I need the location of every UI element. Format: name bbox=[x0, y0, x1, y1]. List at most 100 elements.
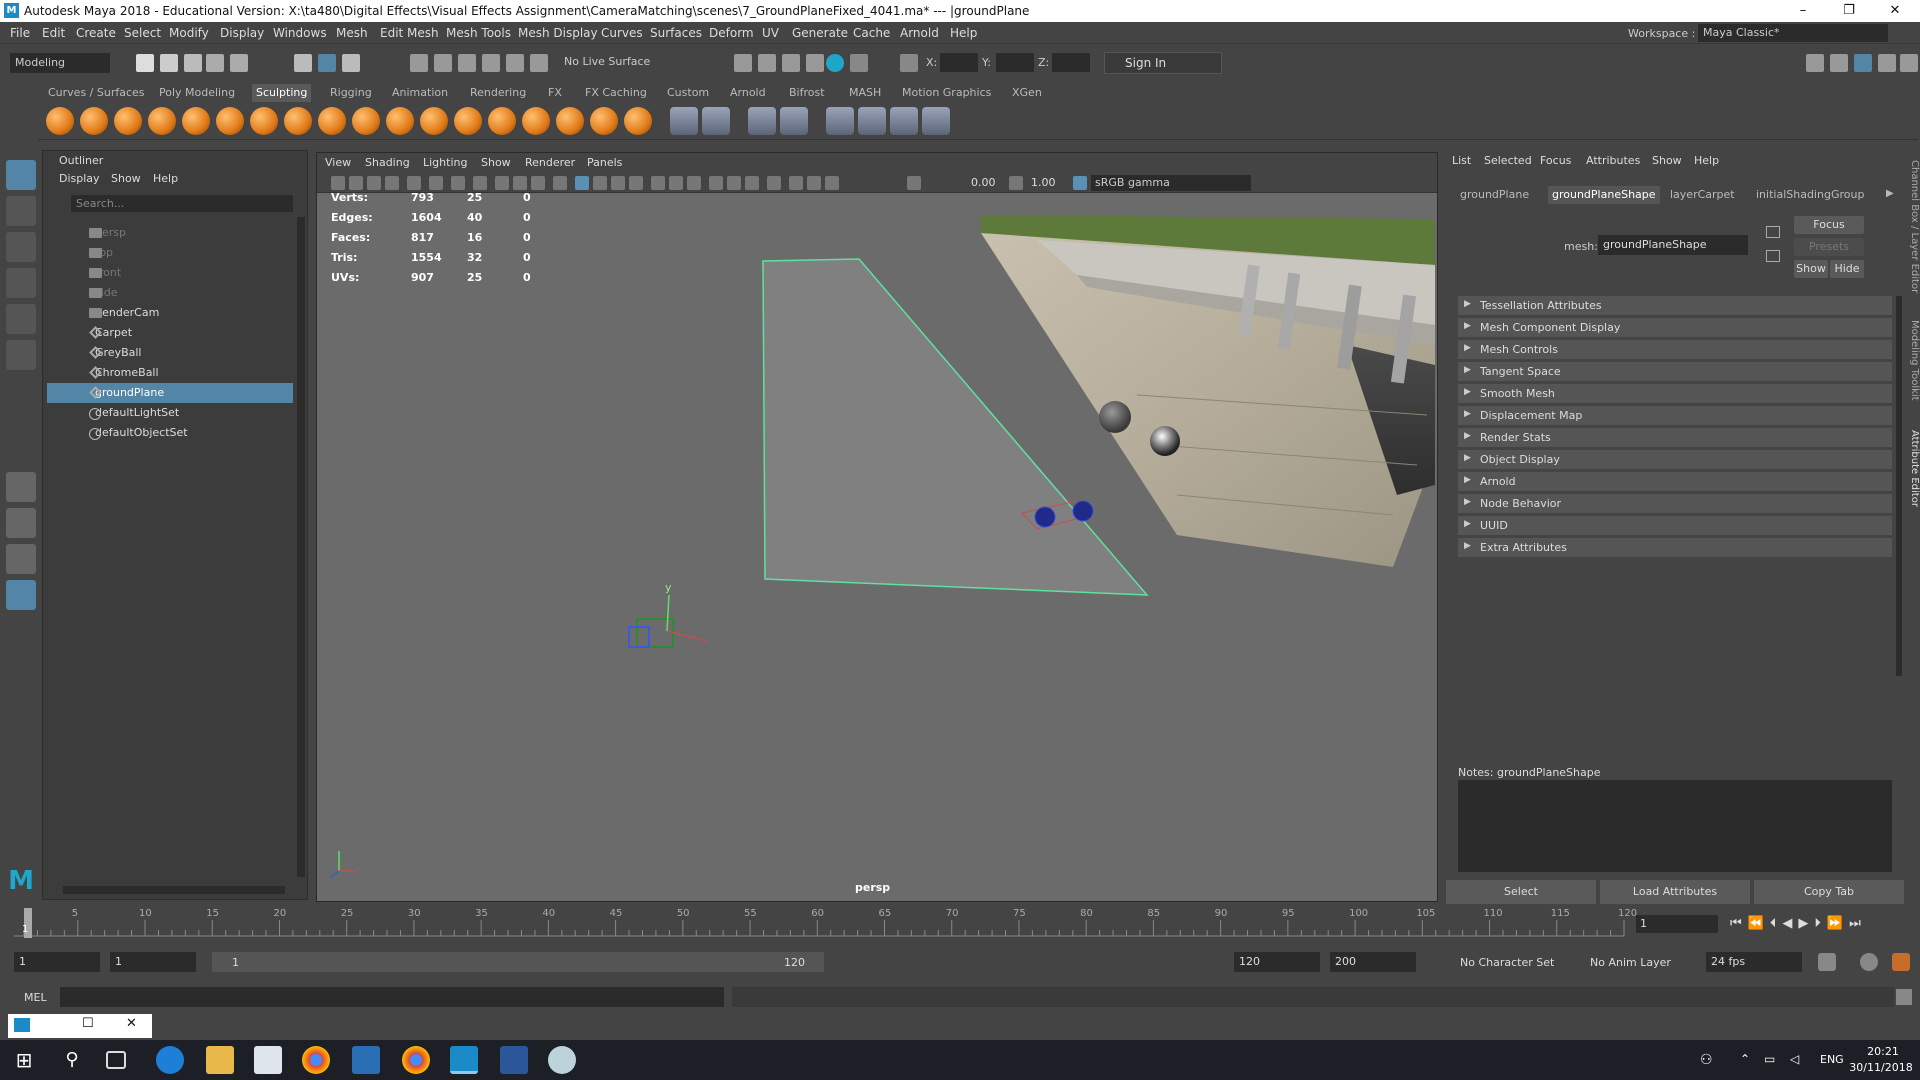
greyball-proxy[interactable] bbox=[1034, 506, 1056, 528]
close-icon[interactable]: ✕ bbox=[1872, 0, 1918, 22]
menu-arnold[interactable]: Arnold bbox=[900, 26, 939, 40]
shelf-tab-animation[interactable]: Animation bbox=[388, 84, 452, 102]
lasso-tool-icon[interactable] bbox=[6, 196, 36, 226]
menu-surfaces[interactable]: Surfaces bbox=[650, 26, 702, 40]
live-surface-label[interactable]: No Live Surface bbox=[564, 55, 650, 68]
attr-tab-groundplane[interactable]: groundPlane bbox=[1456, 186, 1533, 204]
character-set-select[interactable]: No Character Set bbox=[1460, 956, 1554, 969]
presets-button[interactable]: Presets bbox=[1794, 238, 1864, 256]
vp-menu-shading[interactable]: Shading bbox=[365, 156, 410, 169]
flatten-tool-icon[interactable] bbox=[216, 107, 244, 135]
vp-menu-view[interactable]: View bbox=[325, 156, 351, 169]
restore-icon[interactable]: ❐ bbox=[1826, 0, 1872, 22]
xray-icon[interactable] bbox=[611, 176, 625, 190]
go-to-output-icon[interactable] bbox=[1766, 250, 1780, 262]
attr-section[interactable]: Node Behavior bbox=[1458, 494, 1892, 513]
script-editor-icon[interactable] bbox=[1896, 989, 1912, 1005]
select-object-icon[interactable] bbox=[318, 54, 336, 72]
outliner-item[interactable]: GreyBall bbox=[47, 343, 293, 363]
playback-controls[interactable]: ⏮⏪⏴◀▶⏵⏩⏭ bbox=[1730, 916, 1867, 931]
menu-edit-mesh[interactable]: Edit Mesh bbox=[380, 26, 439, 40]
shelf-tab-custom[interactable]: Custom bbox=[663, 84, 713, 102]
convert-freeze-icon[interactable] bbox=[670, 107, 698, 135]
activity-icon[interactable] bbox=[254, 1046, 282, 1074]
volume-icon[interactable]: ◁ bbox=[1790, 1052, 1799, 1066]
grey-ball[interactable] bbox=[1099, 401, 1131, 433]
file-explorer-icon[interactable] bbox=[206, 1046, 234, 1074]
select-tool-icon[interactable] bbox=[6, 160, 36, 190]
image-plane-icon[interactable] bbox=[385, 176, 399, 190]
shelf-tab-motion-graphics[interactable]: Motion Graphics bbox=[898, 84, 995, 102]
attr-section[interactable]: Arnold bbox=[1458, 472, 1892, 491]
outliner-menu-display[interactable]: Display bbox=[59, 172, 100, 185]
attr-section[interactable]: Extra Attributes bbox=[1458, 538, 1892, 557]
sculpt-tool-icon[interactable] bbox=[46, 107, 74, 135]
search-icon[interactable]: ⚲ bbox=[58, 1046, 86, 1074]
shelf-tab-fx[interactable]: FX bbox=[544, 84, 566, 102]
snap-surface-icon[interactable] bbox=[506, 54, 524, 72]
dof-icon[interactable] bbox=[745, 176, 759, 190]
shelf-tab-curves[interactable]: Curves / Surfaces bbox=[44, 84, 149, 102]
default-material-icon[interactable] bbox=[593, 176, 607, 190]
outliner-menu-help[interactable]: Help bbox=[153, 172, 178, 185]
outliner-item[interactable]: RenderCam bbox=[47, 303, 293, 323]
close-mini-icon[interactable]: ✕ bbox=[126, 1016, 137, 1031]
undo-icon[interactable] bbox=[206, 54, 224, 72]
vp-menu-lighting[interactable]: Lighting bbox=[423, 156, 467, 169]
sign-in-button[interactable]: Sign In bbox=[1104, 52, 1222, 74]
scene-start-input[interactable]: 1 bbox=[14, 952, 100, 972]
notes-textarea[interactable] bbox=[1458, 780, 1892, 872]
ipr-render-icon[interactable] bbox=[782, 54, 800, 72]
modeling-toolkit-icon[interactable] bbox=[1830, 54, 1848, 72]
snap-view-icon[interactable] bbox=[482, 54, 500, 72]
menu-mesh-display[interactable]: Mesh Display bbox=[518, 26, 598, 40]
start-icon[interactable]: ⊞ bbox=[10, 1046, 38, 1074]
time-slider[interactable]: 1 1 ⏮⏪⏴◀▶⏵⏩⏭ 5 10 15 20 25 30 35 40 45 50 55 60 65 70… bbox=[0, 906, 1920, 942]
uv-editor-icon[interactable] bbox=[890, 107, 918, 135]
vp-menu-renderer[interactable]: Renderer bbox=[525, 156, 575, 169]
tray-chevron-icon[interactable]: ⌃ bbox=[1740, 1052, 1750, 1066]
outliner-item[interactable]: side bbox=[47, 283, 293, 303]
tab-scroll-right-icon[interactable]: ▶ bbox=[1886, 188, 1894, 199]
menu-modify[interactable]: Modify bbox=[169, 26, 209, 40]
lights-icon[interactable] bbox=[651, 176, 665, 190]
wireframe-icon[interactable] bbox=[553, 176, 567, 190]
motion-blur-icon[interactable] bbox=[709, 176, 723, 190]
task-view-icon[interactable] bbox=[106, 1051, 126, 1069]
minimized-window-bar[interactable]: ☐ ✕ bbox=[8, 1014, 152, 1038]
attr-tab-groundplaneshape[interactable]: groundPlaneShape bbox=[1548, 186, 1660, 204]
people-icon[interactable]: ⚇ bbox=[1700, 1052, 1713, 1068]
relax-tool-icon[interactable] bbox=[114, 107, 142, 135]
menu-mesh[interactable]: Mesh bbox=[336, 26, 368, 40]
smooth-tool-icon[interactable] bbox=[80, 107, 108, 135]
focus-button[interactable]: Focus bbox=[1794, 216, 1864, 234]
mel-label[interactable]: MEL bbox=[24, 991, 47, 1004]
attribute-editor-icon[interactable] bbox=[1854, 54, 1872, 72]
menu-deform[interactable]: Deform bbox=[709, 26, 754, 40]
attr-tab-layercarpet[interactable]: layerCarpet bbox=[1666, 186, 1739, 204]
exposure-icon[interactable] bbox=[907, 176, 921, 190]
open-scene-icon[interactable] bbox=[160, 54, 178, 72]
knife-tool-icon[interactable] bbox=[488, 107, 516, 135]
attr-menu-focus[interactable]: Focus bbox=[1540, 154, 1571, 167]
scrape-tool-icon[interactable] bbox=[420, 107, 448, 135]
sculpt-layer-icon[interactable] bbox=[702, 107, 730, 135]
ambient-occlusion-icon[interactable] bbox=[687, 176, 701, 190]
outliner-hscrollbar[interactable] bbox=[63, 886, 285, 894]
language-indicator[interactable]: ENG bbox=[1820, 1053, 1844, 1066]
snap-curve-icon[interactable] bbox=[434, 54, 452, 72]
camera-lock-icon[interactable] bbox=[349, 176, 363, 190]
sculpt-settings-icon[interactable] bbox=[922, 107, 950, 135]
outliner-item[interactable]: defaultObjectSet bbox=[47, 423, 293, 443]
shelf-tab-rigging[interactable]: Rigging bbox=[326, 84, 376, 102]
z-field[interactable] bbox=[1052, 53, 1090, 72]
texture-deformer-icon[interactable] bbox=[826, 107, 854, 135]
outliner-search-input[interactable]: Search... bbox=[71, 195, 293, 212]
range-slider[interactable] bbox=[212, 952, 824, 972]
clock-time[interactable]: 20:21 bbox=[1858, 1045, 1908, 1058]
menu-help[interactable]: Help bbox=[950, 26, 977, 40]
menu-create[interactable]: Create bbox=[76, 26, 116, 40]
new-scene-icon[interactable] bbox=[136, 54, 154, 72]
snap-point-icon[interactable] bbox=[458, 54, 476, 72]
attr-menu-list[interactable]: List bbox=[1452, 154, 1471, 167]
